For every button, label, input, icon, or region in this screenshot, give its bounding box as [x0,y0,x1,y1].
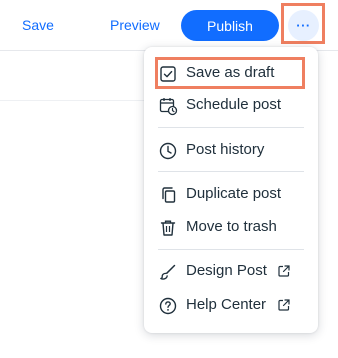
menu-item-label: Duplicate post [186,185,282,202]
menu-divider [158,249,304,250]
help-icon [159,297,177,315]
menu-item-label: Post history [186,141,265,158]
publish-button[interactable]: Publish [181,10,279,41]
calendar-clock-icon [159,98,178,116]
menu-item-post-history[interactable]: Post history [144,135,318,165]
menu-item-label: Move to trash [186,218,277,235]
menu-item-design-post[interactable]: Design Post [144,256,318,286]
external-link-icon [278,265,290,277]
menu-item-label: Design Post [186,262,267,279]
duplicate-icon [162,187,176,203]
menu-divider [158,127,304,128]
more-button-highlight [281,3,325,44]
menu-item-label: Help Center [186,296,267,313]
preview-button[interactable]: Preview [110,17,160,33]
menu-item-schedule-post[interactable]: Schedule post [144,90,318,120]
menu-item-help-center[interactable]: Help Center [144,290,318,320]
trash-icon [160,220,176,236]
menu-item-duplicate-post[interactable]: Duplicate post [144,179,318,209]
menu-item-move-to-trash[interactable]: Move to trash [144,212,318,242]
save-as-draft-highlight [155,57,305,89]
content-divider [0,100,145,101]
brush-icon [160,264,176,280]
history-clock-icon [159,142,177,160]
publish-button-label: Publish [207,17,253,34]
more-actions-menu: Save as draft Schedule post Post history… [144,47,318,333]
menu-item-label: Schedule post [186,96,282,113]
external-link-icon [278,299,290,311]
save-button[interactable]: Save [22,17,54,33]
menu-divider [158,171,304,172]
